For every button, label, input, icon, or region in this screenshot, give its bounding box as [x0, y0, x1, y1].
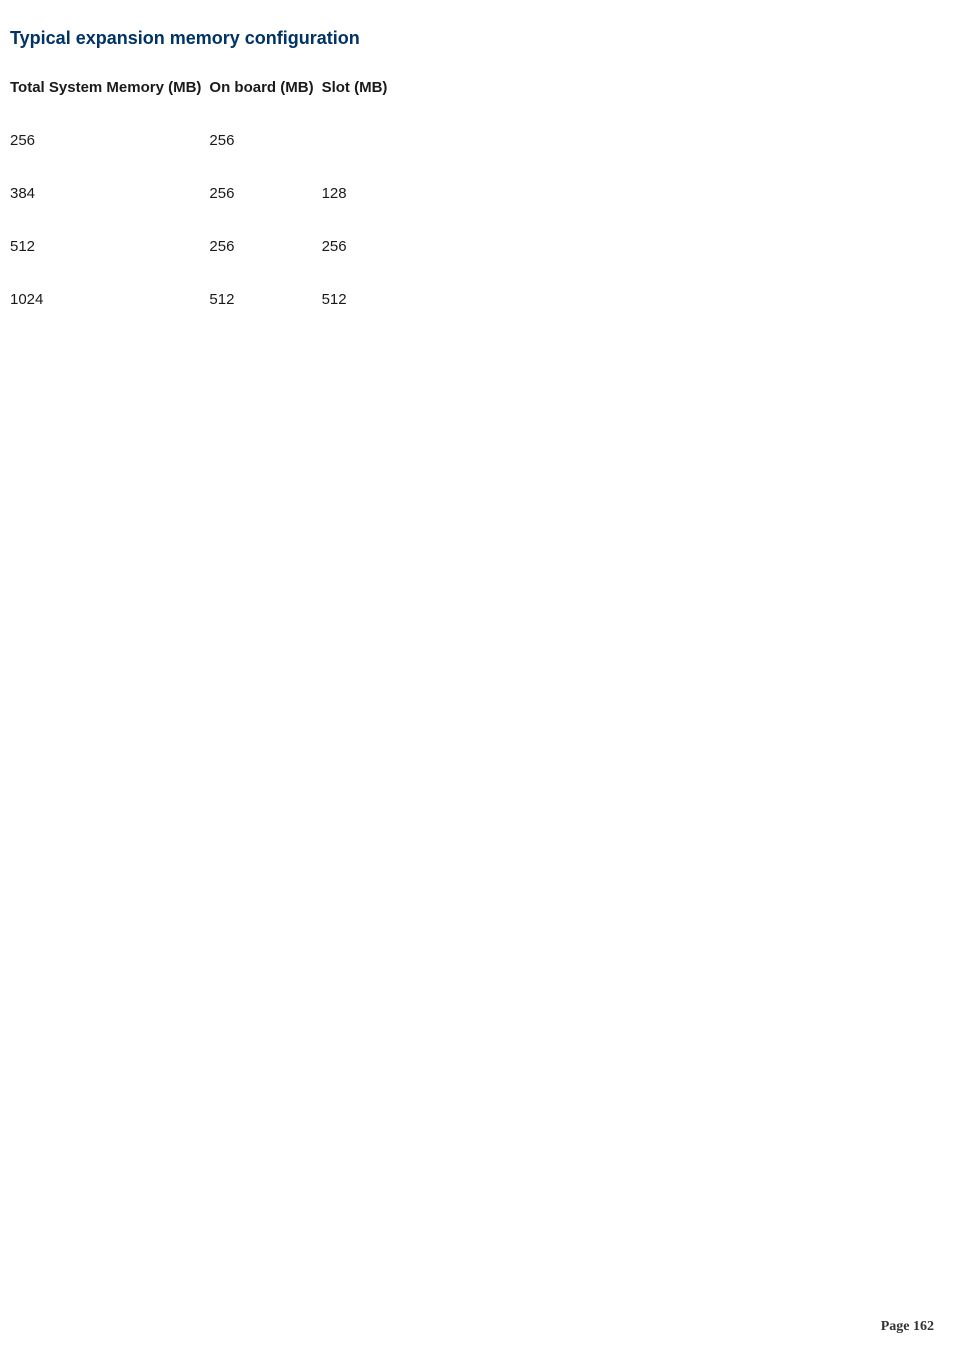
- memory-table-wrap: Total System Memory (MB) On board (MB) S…: [0, 49, 954, 326]
- cell-onboard: 256: [209, 167, 321, 220]
- col-header-total: Total System Memory (MB): [10, 79, 209, 114]
- cell-total: 384: [10, 167, 209, 220]
- cell-onboard: 256: [209, 114, 321, 167]
- col-header-slot: Slot (MB): [322, 79, 396, 114]
- cell-total: 512: [10, 220, 209, 273]
- table-row: 512 256 256: [10, 220, 395, 273]
- cell-onboard: 512: [209, 273, 321, 326]
- page-number: Page 162: [881, 1319, 934, 1335]
- cell-slot: 512: [322, 273, 396, 326]
- page-title: Typical expansion memory configuration: [0, 0, 954, 49]
- memory-config-table: Total System Memory (MB) On board (MB) S…: [10, 79, 395, 326]
- cell-total: 256: [10, 114, 209, 167]
- cell-onboard: 256: [209, 220, 321, 273]
- table-row: 384 256 128: [10, 167, 395, 220]
- cell-slot: 256: [322, 220, 396, 273]
- cell-slot: [322, 114, 396, 167]
- cell-total: 1024: [10, 273, 209, 326]
- cell-slot: 128: [322, 167, 396, 220]
- table-header-row: Total System Memory (MB) On board (MB) S…: [10, 79, 395, 114]
- table-row: 256 256: [10, 114, 395, 167]
- table-row: 1024 512 512: [10, 273, 395, 326]
- col-header-onboard: On board (MB): [209, 79, 321, 114]
